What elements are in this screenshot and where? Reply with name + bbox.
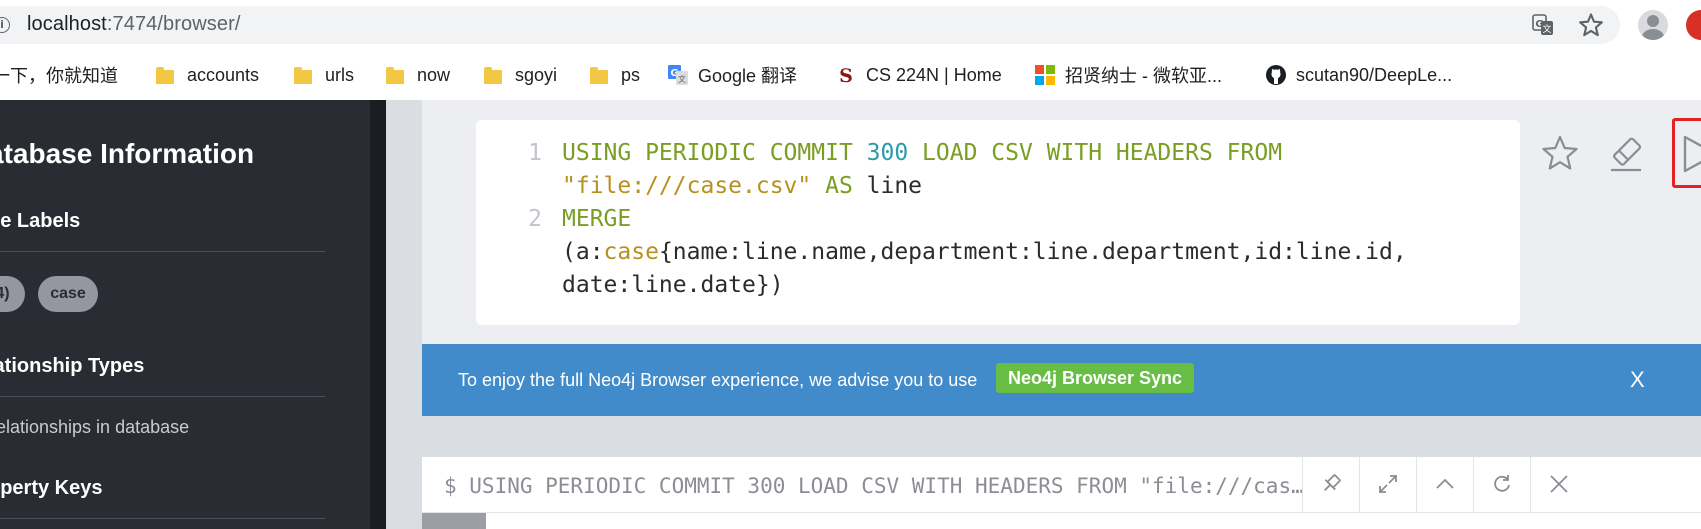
profile-avatar[interactable] bbox=[1638, 10, 1668, 40]
person-icon bbox=[1642, 15, 1664, 40]
node-label-pill-all[interactable]: 4) bbox=[0, 276, 25, 312]
divider bbox=[0, 396, 325, 397]
database-info-sidebar: atabase Information de Labels 4) case la… bbox=[0, 100, 370, 529]
property-keys-heading: operty Keys bbox=[0, 477, 103, 499]
run-button[interactable] bbox=[1672, 118, 1701, 188]
bookmark-github[interactable]: scutan90/DeepLe... bbox=[1266, 50, 1452, 100]
code-keyword: AS bbox=[811, 173, 853, 199]
code-identifier: (a: bbox=[562, 239, 604, 265]
folder-icon bbox=[386, 66, 404, 84]
pin-icon bbox=[1323, 474, 1341, 492]
relationship-types-heading: lationship Types bbox=[0, 355, 145, 377]
bookmark-now[interactable]: now bbox=[386, 50, 450, 100]
folder-icon bbox=[590, 66, 608, 84]
bookmark-label: accounts bbox=[187, 64, 260, 85]
code-line: USING PERIODIC COMMIT 300 LOAD CSV WITH … bbox=[562, 140, 1282, 166]
no-relationships-text: relationships in database bbox=[0, 417, 190, 437]
rerun-button[interactable] bbox=[1473, 457, 1530, 513]
node-labels-heading: de Labels bbox=[0, 210, 81, 232]
code-string: "file:///case.csv" bbox=[562, 173, 812, 199]
bookmark-label: Google 翻译 bbox=[698, 66, 798, 86]
divider bbox=[0, 251, 325, 252]
bookmarks-bar: 一下，你就知道 accounts urls now sgoyi ps G 文 G… bbox=[0, 50, 1701, 100]
microsoft-icon bbox=[1035, 65, 1055, 85]
bookmark-label: CS 224N | Home bbox=[866, 64, 1002, 85]
bookmark-cs224n[interactable]: S CS 224N | Home bbox=[836, 50, 1002, 100]
bookmark-sgoyi[interactable]: sgoyi bbox=[484, 50, 557, 100]
folder-icon bbox=[484, 66, 502, 84]
collapse-button[interactable] bbox=[1416, 457, 1473, 513]
code-keyword: USING PERIODIC COMMIT bbox=[562, 140, 867, 166]
code-line: date:line.date}) bbox=[562, 272, 784, 298]
svg-text:文: 文 bbox=[678, 74, 686, 84]
code-identifier: line bbox=[852, 173, 923, 199]
code-number: 300 bbox=[866, 140, 909, 166]
fullscreen-button[interactable] bbox=[1359, 457, 1416, 513]
line-number: 2 bbox=[528, 206, 542, 232]
bookmark-label: ps bbox=[621, 64, 641, 85]
cypher-editor[interactable]: 1 USING PERIODIC COMMIT 300 LOAD CSV WIT… bbox=[476, 120, 1520, 325]
sidebar-title: atabase Information bbox=[0, 138, 255, 169]
github-icon bbox=[1266, 65, 1286, 85]
line-number: 1 bbox=[528, 140, 542, 166]
result-frame: $ USING PERIODIC COMMIT 300 LOAD CSV WIT… bbox=[422, 457, 1701, 529]
url-host: localhost bbox=[27, 13, 107, 35]
bookmark-accounts[interactable]: accounts bbox=[156, 50, 259, 100]
code-identifier: {name:line.name,department:line.departme… bbox=[658, 239, 1407, 265]
bookmark-label: urls bbox=[325, 64, 355, 85]
result-query-title[interactable]: $ USING PERIODIC COMMIT 300 LOAD CSV WIT… bbox=[444, 474, 1314, 498]
bookmark-label: 一下，你就知道 bbox=[0, 66, 118, 86]
sidebar-scrollbar[interactable] bbox=[370, 100, 386, 529]
code-line: "file:///case.csv" AS line bbox=[562, 173, 922, 199]
code-keyword: LOAD CSV WITH HEADERS FROM bbox=[908, 140, 1283, 166]
bookmark-ps[interactable]: ps bbox=[590, 50, 640, 100]
browser-toolbar: i localhost:7474/browser/ G 文 bbox=[0, 0, 1701, 50]
code-label: case bbox=[603, 239, 659, 265]
folder-icon bbox=[294, 66, 312, 84]
translate-icon[interactable]: G 文 bbox=[1531, 13, 1555, 37]
expand-icon bbox=[1379, 475, 1397, 493]
url-path: :7474/browser/ bbox=[106, 13, 241, 35]
favorite-star-icon[interactable] bbox=[1539, 133, 1581, 175]
address-bar[interactable] bbox=[0, 6, 1620, 44]
main-stream: 1 USING PERIODIC COMMIT 300 LOAD CSV WIT… bbox=[386, 100, 1701, 529]
bookmark-msra[interactable]: 招贤纳士 - 微软亚... bbox=[1035, 50, 1222, 100]
close-frame-button[interactable] bbox=[1530, 457, 1587, 513]
node-label-pill-case[interactable]: case bbox=[38, 276, 98, 312]
bookmark-label: scutan90/DeepLe... bbox=[1296, 64, 1453, 85]
folder-icon bbox=[156, 66, 174, 84]
google-translate-icon: G 文 bbox=[668, 65, 688, 85]
stanford-icon: S bbox=[839, 65, 853, 85]
code-line: (a:case{name:line.name,department:line.d… bbox=[562, 239, 1407, 265]
banner-text: To enjoy the full Neo4j Browser experien… bbox=[458, 370, 978, 390]
bookmark-baidu[interactable]: 一下，你就知道 bbox=[0, 50, 118, 100]
code-keyword: MERGE bbox=[562, 206, 632, 232]
extension-icon[interactable] bbox=[1686, 10, 1701, 40]
bookmark-label: 招贤纳士 - 微软亚... bbox=[1065, 66, 1222, 86]
divider bbox=[0, 518, 325, 519]
refresh-icon bbox=[1494, 475, 1510, 492]
bookmark-label: now bbox=[417, 64, 451, 85]
bookmark-star-icon[interactable] bbox=[1577, 11, 1605, 39]
close-icon bbox=[1550, 475, 1568, 493]
divider bbox=[422, 512, 1701, 513]
bookmark-urls[interactable]: urls bbox=[294, 50, 354, 100]
svg-text:S: S bbox=[839, 65, 853, 85]
chevron-up-icon bbox=[1436, 478, 1454, 489]
svg-text:文: 文 bbox=[1542, 23, 1551, 35]
url-text[interactable]: localhost:7474/browser/ bbox=[27, 13, 241, 36]
banner-close-button[interactable]: X bbox=[1630, 367, 1645, 393]
pin-button[interactable] bbox=[1302, 457, 1359, 513]
code-line: MERGE bbox=[562, 206, 631, 232]
sync-banner: To enjoy the full Neo4j Browser experien… bbox=[422, 344, 1701, 416]
bookmark-google-translate[interactable]: G 文 Google 翻译 bbox=[668, 50, 797, 100]
bookmark-label: sgoyi bbox=[515, 64, 558, 85]
result-view-tab[interactable] bbox=[422, 513, 486, 529]
browser-sync-button[interactable]: Neo4j Browser Sync bbox=[996, 363, 1195, 393]
eraser-icon[interactable] bbox=[1605, 133, 1647, 175]
play-icon bbox=[1683, 135, 1701, 173]
